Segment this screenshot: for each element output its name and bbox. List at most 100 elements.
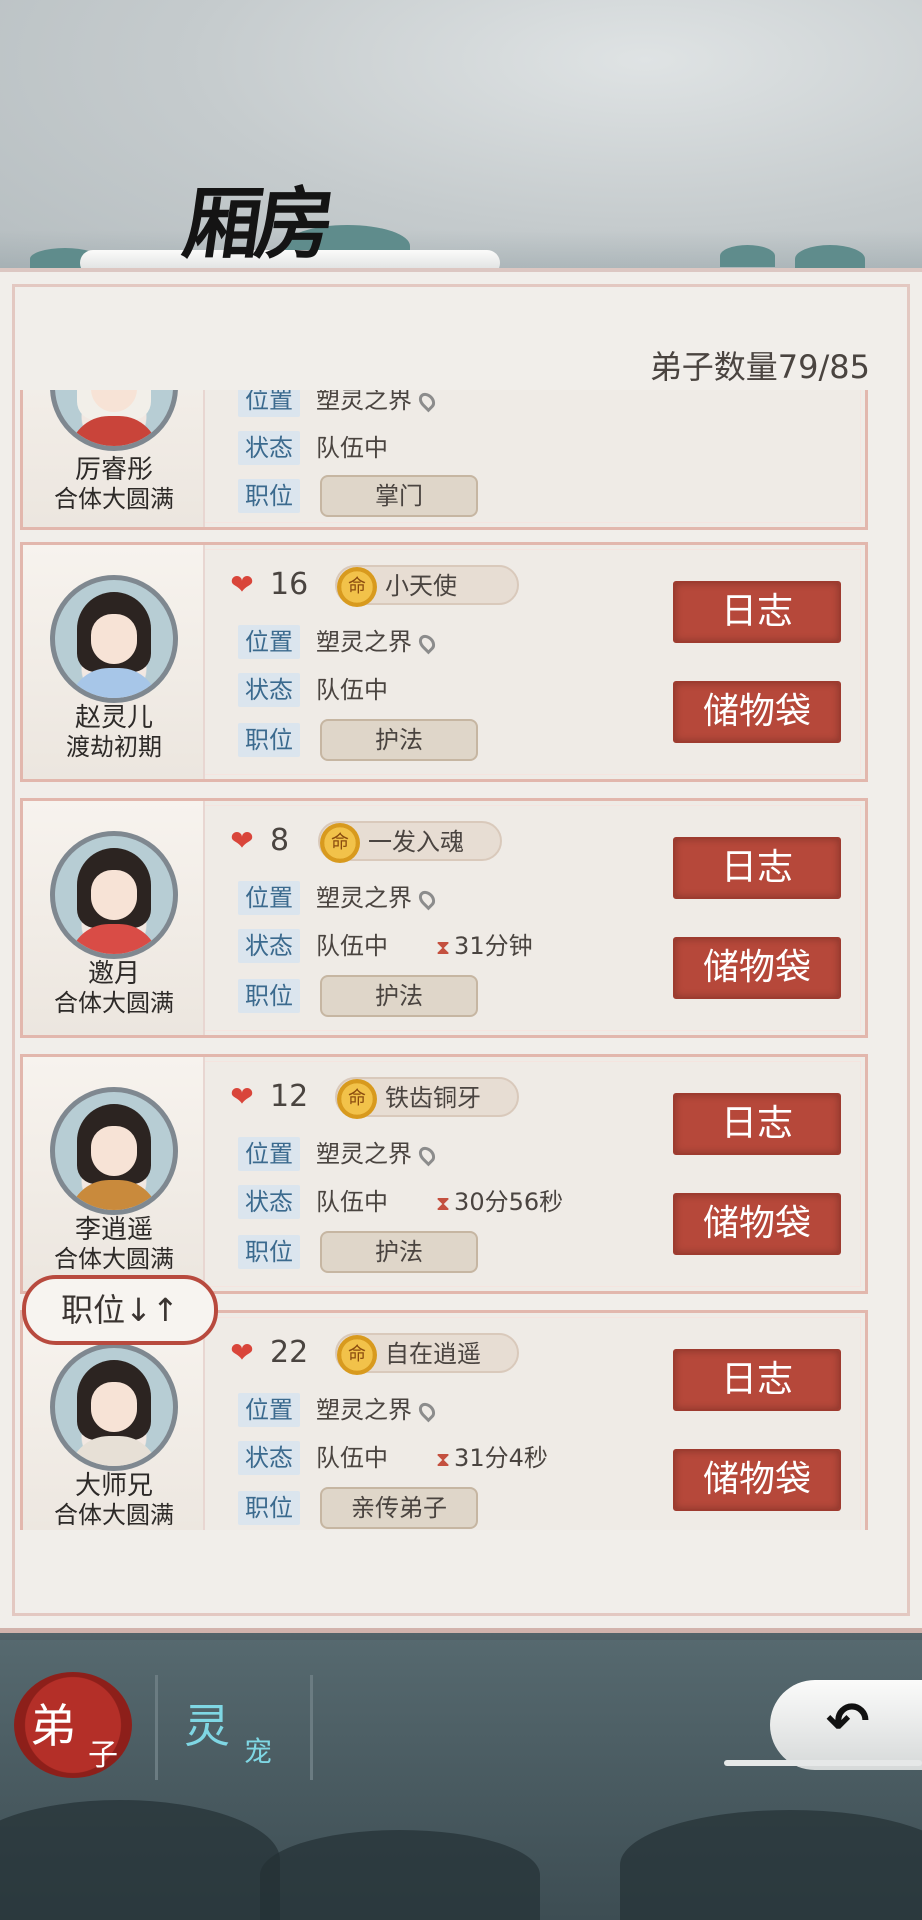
portrait-column: 邀月 合体大圆满 xyxy=(23,801,205,1035)
disciple-realm: 合体大圆满 xyxy=(54,989,174,1017)
affinity-level: 22 xyxy=(270,1335,309,1370)
location-pin-icon xyxy=(415,631,439,655)
disciple-avatar[interactable] xyxy=(50,831,178,959)
portrait-column: 大师兄 合体大圆满 xyxy=(23,1313,205,1530)
countdown-timer: ⧗ 30分56秒 xyxy=(436,1188,564,1216)
portrait-column: 赵灵儿 渡劫初期 xyxy=(23,545,205,779)
status-tag: 状态 xyxy=(238,431,300,465)
info-column: ❤ 22 命 自在逍遥 位置 塑灵之界 状态 队伍中 ⧗ 31分4秒 职位 亲传弟… xyxy=(218,1313,865,1530)
status-value: 队伍中 xyxy=(316,932,388,960)
storage-bag-button[interactable]: 储物袋 xyxy=(673,1193,841,1255)
position-tag: 职位 xyxy=(238,1235,300,1269)
storage-bag-button[interactable]: 储物袋 xyxy=(673,1449,841,1511)
position-tag: 职位 xyxy=(238,979,300,1013)
disciple-realm: 合体大圆满 xyxy=(54,485,174,513)
location-pin-icon xyxy=(415,390,439,413)
location-value: 塑灵之界 xyxy=(316,390,439,417)
back-button[interactable]: ↶ xyxy=(770,1680,922,1770)
hourglass-icon: ⧗ xyxy=(436,1447,451,1471)
countdown-timer: ⧗ 31分4秒 xyxy=(436,1444,548,1472)
disciple-name: 赵灵儿 xyxy=(74,703,153,733)
role-pill[interactable]: 护法 xyxy=(320,719,478,761)
fate-coin-icon: 命 xyxy=(337,567,377,607)
disciple-avatar[interactable] xyxy=(50,575,178,703)
location-value: 塑灵之界 xyxy=(316,881,439,915)
affinity-level: 16 xyxy=(270,567,309,602)
log-button[interactable]: 日志 xyxy=(673,837,841,899)
location-tag: 位置 xyxy=(238,1393,300,1427)
trait-badge[interactable]: 命 一发入魂 xyxy=(318,821,502,863)
status-value: 队伍中 xyxy=(316,1188,388,1216)
disciple-realm: 合体大圆满 xyxy=(54,1501,174,1529)
location-value: 塑灵之界 xyxy=(316,625,439,659)
location-tag: 位置 xyxy=(238,1137,300,1171)
trait-name: 自在逍遥 xyxy=(385,1340,481,1368)
hourglass-icon: ⧗ xyxy=(436,1191,451,1215)
status-tag: 状态 xyxy=(238,1185,300,1219)
affinity-level: 8 xyxy=(270,823,290,858)
disciple-realm: 渡劫初期 xyxy=(66,733,162,761)
location-pin-icon xyxy=(415,887,439,911)
trait-badge[interactable]: 命 小天使 xyxy=(335,565,519,607)
disciple-avatar[interactable] xyxy=(50,390,178,451)
role-pill[interactable]: 护法 xyxy=(320,1231,478,1273)
sort-by-position-button[interactable]: 职位↓↑ xyxy=(22,1275,218,1345)
tab-divider xyxy=(310,1675,313,1780)
storage-bag-button[interactable]: 储物袋 xyxy=(673,681,841,743)
disciple-name: 大师兄 xyxy=(74,1471,153,1501)
role-pill[interactable]: 护法 xyxy=(320,975,478,1017)
trait-badge[interactable]: 命 铁齿铜牙 xyxy=(335,1077,519,1119)
disciple-avatar[interactable] xyxy=(50,1087,178,1215)
position-tag: 职位 xyxy=(238,479,300,513)
disciple-list[interactable]: 厉睿彤 合体大圆满 位置 塑灵之界 状态 队伍中 职位 掌门 赵灵儿 渡劫初期 … xyxy=(0,390,922,1530)
back-button-underline xyxy=(724,1760,922,1766)
tab-spirit-pets[interactable]: 灵 宠 xyxy=(160,1672,310,1782)
status-value: 队伍中 xyxy=(316,434,388,462)
disciple-count: 弟子数量79/85 xyxy=(649,348,870,386)
hourglass-icon: ⧗ xyxy=(436,935,451,959)
disciple-card[interactable]: 邀月 合体大圆满 ❤ 8 命 一发入魂 位置 塑灵之界 状态 队伍中 ⧗ 31分钟… xyxy=(20,798,868,1038)
tab-disciples-label: 弟 xyxy=(30,1699,76,1753)
portrait-column: 厉睿彤 合体大圆满 xyxy=(23,390,205,527)
location-tag: 位置 xyxy=(238,390,300,417)
location-pin-icon xyxy=(415,1143,439,1167)
disciple-card[interactable]: 赵灵儿 渡劫初期 ❤ 16 命 小天使 位置 塑灵之界 状态 队伍中 职位 护法… xyxy=(20,542,868,782)
disciple-card[interactable]: 厉睿彤 合体大圆满 位置 塑灵之界 状态 队伍中 职位 掌门 xyxy=(20,390,868,530)
info-column: ❤ 12 命 铁齿铜牙 位置 塑灵之界 状态 队伍中 ⧗ 30分56秒 职位 护法… xyxy=(218,1057,865,1291)
fate-coin-icon: 命 xyxy=(337,1335,377,1375)
location-value: 塑灵之界 xyxy=(316,1137,439,1171)
disciple-realm: 合体大圆满 xyxy=(54,1245,174,1273)
role-pill[interactable]: 掌门 xyxy=(320,475,478,517)
role-pill[interactable]: 亲传弟子 xyxy=(320,1487,478,1529)
portrait-column: 李逍遥 合体大圆满 xyxy=(23,1057,205,1291)
page-title: 厢房 xyxy=(177,178,335,270)
back-arrow-icon: ↶ xyxy=(826,1692,870,1752)
status-tag: 状态 xyxy=(238,1441,300,1475)
log-button[interactable]: 日志 xyxy=(673,1093,841,1155)
tab-pets-label: 灵 xyxy=(184,1699,230,1753)
heart-icon: ❤ xyxy=(230,1336,254,1369)
position-tag: 职位 xyxy=(238,723,300,757)
status-tag: 状态 xyxy=(238,673,300,707)
info-column: ❤ 8 命 一发入魂 位置 塑灵之界 状态 队伍中 ⧗ 31分钟 职位 护法 日志… xyxy=(218,801,865,1035)
mountain-silhouette xyxy=(620,1810,922,1920)
location-pin-icon xyxy=(415,1399,439,1423)
heart-icon: ❤ xyxy=(230,1080,254,1113)
location-tag: 位置 xyxy=(238,625,300,659)
disciple-name: 李逍遥 xyxy=(74,1215,153,1245)
trait-name: 小天使 xyxy=(385,572,457,600)
trait-badge[interactable]: 命 自在逍遥 xyxy=(335,1333,519,1375)
mountain-silhouette xyxy=(0,1800,280,1920)
mountain-silhouette xyxy=(260,1830,540,1920)
tab-disciples[interactable]: 弟 子 xyxy=(14,1672,132,1778)
info-column: 位置 塑灵之界 状态 队伍中 职位 掌门 xyxy=(218,390,865,527)
status-value: 队伍中 xyxy=(316,676,388,704)
log-button[interactable]: 日志 xyxy=(673,581,841,643)
log-button[interactable]: 日志 xyxy=(673,1349,841,1411)
disciple-avatar[interactable] xyxy=(50,1343,178,1471)
storage-bag-button[interactable]: 储物袋 xyxy=(673,937,841,999)
disciple-name: 厉睿彤 xyxy=(74,455,153,485)
heart-icon: ❤ xyxy=(230,824,254,857)
disciple-card[interactable]: 李逍遥 合体大圆满 ❤ 12 命 铁齿铜牙 位置 塑灵之界 状态 队伍中 ⧗ 30… xyxy=(20,1054,868,1294)
heart-icon: ❤ xyxy=(230,568,254,601)
